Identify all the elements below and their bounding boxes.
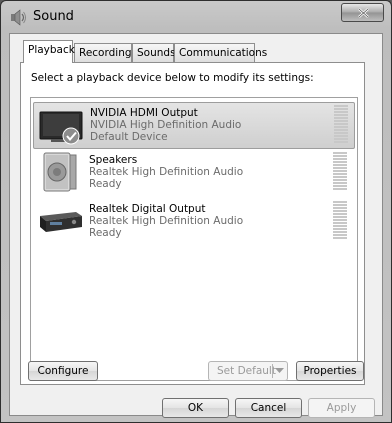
monitor-icon [39,111,83,145]
device-item-nvidia-hdmi[interactable]: NVIDIA HDMI Output NVIDIA High Definitio… [33,102,355,149]
speakers-icon [43,152,77,192]
digital-receiver-icon [40,212,82,232]
device-status: Ready [89,178,122,190]
apply-button: Apply [308,398,375,418]
speaker-icon [11,9,26,26]
close-button[interactable] [341,3,384,22]
device-driver: NVIDIA High Definition Audio [90,119,242,131]
device-status: Ready [89,227,122,239]
set-default-split-button[interactable]: Set Default [208,361,288,381]
tab-communications[interactable]: Communications [174,43,267,62]
device-name: Speakers [89,154,138,166]
window-title: Sound [33,9,74,24]
tab-recording[interactable]: Recording [74,43,132,62]
dialog-body: Playback Recording Sounds Communications… [9,33,383,418]
tab-playback[interactable]: Playback [23,40,75,63]
close-x-icon [358,8,369,18]
device-status: Default Device [90,131,168,143]
ok-button[interactable]: OK [162,398,229,418]
device-list[interactable]: NVIDIA HDMI Output NVIDIA High Definitio… [30,97,358,381]
volume-level-meter [334,105,348,143]
chevron-down-icon[interactable] [275,368,284,374]
properties-button[interactable]: Properties [296,361,364,381]
sound-dialog: Sound Playback Recording Sounds Communic… [0,0,392,423]
device-driver: Realtek High Definition Audio [89,166,244,178]
device-driver: Realtek High Definition Audio [89,215,244,227]
instruction-text: Select a playback device below to modify… [31,72,314,84]
tab-sounds[interactable]: Sounds [132,43,176,62]
volume-level-meter [333,201,347,239]
device-item-speakers[interactable]: Speakers Realtek High Definition Audio R… [33,150,355,197]
title-bar[interactable]: Sound [1,1,391,33]
cancel-button[interactable]: Cancel [235,398,302,418]
configure-button[interactable]: Configure [28,361,98,381]
split-divider [272,364,273,378]
set-default-label: Set Default [217,365,276,377]
playback-panel: Select a playback device below to modify… [20,62,365,385]
device-name: Realtek Digital Output [89,203,206,215]
device-item-realtek-digital[interactable]: Realtek Digital Output Realtek High Defi… [33,199,355,246]
volume-level-meter [333,152,347,190]
device-name: NVIDIA HDMI Output [90,107,198,119]
